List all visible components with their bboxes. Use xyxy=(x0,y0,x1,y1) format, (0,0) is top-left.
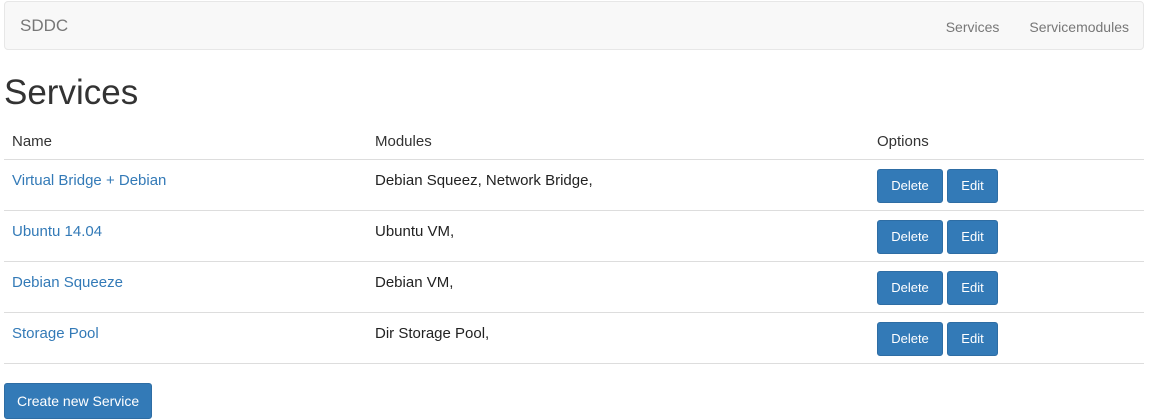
row-options: Delete Edit xyxy=(877,322,998,356)
header-modules: Modules xyxy=(375,133,432,150)
service-modules: Ubuntu VM, xyxy=(375,223,455,240)
page-title: Services xyxy=(4,73,139,112)
delete-button[interactable]: Delete xyxy=(877,220,943,254)
service-name-link[interactable]: Virtual Bridge + Debian xyxy=(12,171,166,191)
edit-button[interactable]: Edit xyxy=(947,220,998,254)
table-header: Name Modules Options xyxy=(4,120,1144,160)
create-service-button[interactable]: Create new Service xyxy=(4,383,153,419)
table-row: Storage Pool Dir Storage Pool, Delete Ed… xyxy=(4,313,1144,364)
edit-button[interactable]: Edit xyxy=(947,271,998,305)
delete-button[interactable]: Delete xyxy=(877,271,943,305)
services-table: Name Modules Options Virtual Bridge + De… xyxy=(4,120,1144,364)
brand-link[interactable]: SDDC xyxy=(20,16,68,36)
service-name-link[interactable]: Debian Squeeze xyxy=(12,273,123,293)
nav-link-servicemodules[interactable]: Servicemodules xyxy=(1029,17,1129,37)
nav-links: Services Servicemodules xyxy=(946,17,1129,37)
nav-link-services[interactable]: Services xyxy=(946,17,1000,37)
service-modules: Debian Squeez, Network Bridge, xyxy=(375,172,593,189)
edit-button[interactable]: Edit xyxy=(947,169,998,203)
service-modules: Dir Storage Pool, xyxy=(375,325,490,342)
table-row: Debian Squeeze Debian VM, Delete Edit xyxy=(4,262,1144,313)
service-modules: Debian VM, xyxy=(375,274,454,291)
header-name: Name xyxy=(12,133,53,150)
delete-button[interactable]: Delete xyxy=(877,322,943,356)
row-options: Delete Edit xyxy=(877,220,998,254)
delete-button[interactable]: Delete xyxy=(877,169,943,203)
edit-button[interactable]: Edit xyxy=(947,322,998,356)
service-name-link[interactable]: Ubuntu 14.04 xyxy=(12,222,102,242)
table-row: Ubuntu 14.04 Ubuntu VM, Delete Edit xyxy=(4,211,1144,262)
header-options: Options xyxy=(877,133,929,150)
row-options: Delete Edit xyxy=(877,169,998,203)
service-name-link[interactable]: Storage Pool xyxy=(12,324,99,344)
table-row: Virtual Bridge + Debian Debian Squeez, N… xyxy=(4,160,1144,211)
row-options: Delete Edit xyxy=(877,271,998,305)
top-navbar: SDDC Services Servicemodules xyxy=(4,1,1144,50)
